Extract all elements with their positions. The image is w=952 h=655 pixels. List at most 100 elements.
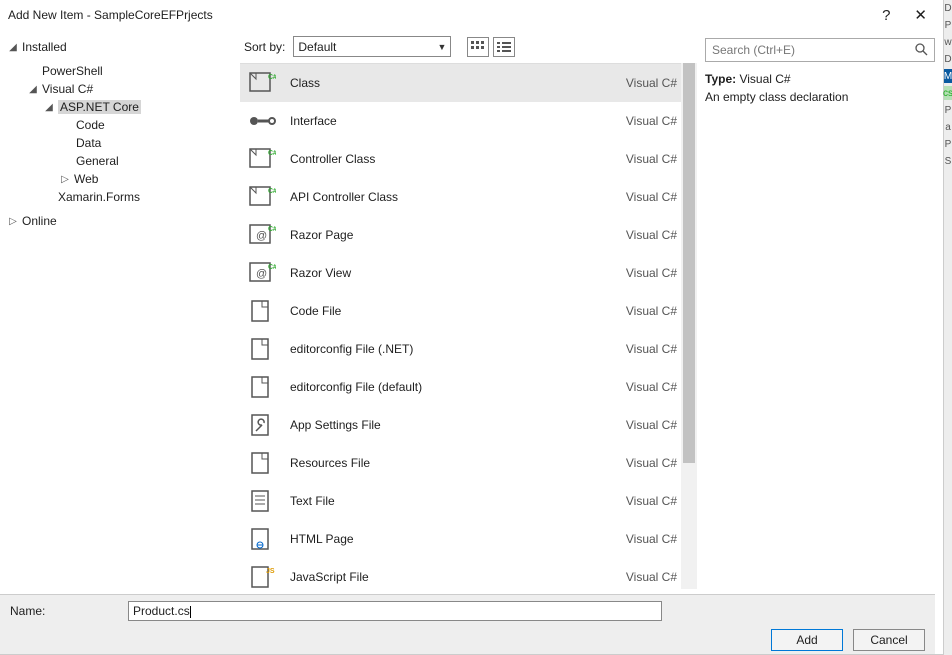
template-name: JavaScript File: [290, 570, 626, 584]
view-medium-icons-button[interactable]: [467, 37, 489, 57]
name-label: Name:: [10, 604, 120, 618]
template-lang: Visual C#: [626, 114, 677, 128]
template-item[interactable]: C#Controller ClassVisual C#: [240, 140, 697, 178]
tree-label: ASP.NET Core: [58, 100, 141, 114]
template-lang: Visual C#: [626, 342, 677, 356]
tree-label: Online: [22, 214, 57, 228]
tree-node-code[interactable]: Code: [0, 116, 240, 134]
template-item[interactable]: @C# Razor ViewVisual C#: [240, 254, 697, 292]
template-lang: Visual C#: [626, 570, 677, 584]
side-letter: a: [944, 120, 952, 134]
template-icon: [248, 411, 276, 439]
template-name: editorconfig File (default): [290, 380, 626, 394]
scrollbar[interactable]: [681, 63, 697, 589]
search-placeholder: Search (Ctrl+E): [712, 43, 795, 57]
tree-node-xamarin[interactable]: Xamarin.Forms: [0, 188, 240, 206]
template-description: An empty class declaration: [705, 90, 935, 104]
template-item[interactable]: @C#Razor PageVisual C#: [240, 216, 697, 254]
template-name: Controller Class: [290, 152, 626, 166]
side-letter: P: [944, 103, 952, 117]
tree-label: Data: [76, 136, 101, 150]
template-icon: [248, 107, 276, 135]
tree-label: Web: [74, 172, 98, 186]
template-icon: C#: [248, 183, 276, 211]
template-item[interactable]: InterfaceVisual C#: [240, 102, 697, 140]
tree-node-aspnetcore[interactable]: ◢ ASP.NET Core: [0, 98, 240, 116]
template-item[interactable]: JSJavaScript FileVisual C#: [240, 558, 697, 590]
add-button[interactable]: Add: [771, 629, 843, 651]
cancel-button[interactable]: Cancel: [853, 629, 925, 651]
sortby-value: Default: [298, 40, 336, 54]
chevron-down-icon: ◢: [28, 84, 38, 95]
template-item[interactable]: C#ClassVisual C#: [240, 64, 697, 102]
sortby-label: Sort by:: [244, 40, 285, 54]
svg-text:@: @: [256, 268, 267, 280]
template-name: editorconfig File (.NET): [290, 342, 626, 356]
template-icon: [248, 525, 276, 553]
scrollbar-thumb[interactable]: [683, 63, 695, 463]
template-item[interactable]: Code FileVisual C#: [240, 292, 697, 330]
titlebar: Add New Item - SampleCoreEFPrjects ? ✕: [0, 0, 943, 30]
tree-node-powershell[interactable]: PowerShell: [0, 62, 240, 80]
template-lang: Visual C#: [626, 304, 677, 318]
search-input[interactable]: Search (Ctrl+E): [705, 38, 935, 62]
tree-node-general[interactable]: General: [0, 152, 240, 170]
template-name: Text File: [290, 494, 626, 508]
bottom-panel: Name: Product.cs Add Cancel: [0, 594, 935, 654]
template-lang: Visual C#: [626, 418, 677, 432]
help-button[interactable]: ?: [882, 7, 890, 24]
type-label: Type:: [705, 72, 736, 86]
template-name: API Controller Class: [290, 190, 626, 204]
template-name: HTML Page: [290, 532, 626, 546]
side-letter: P: [944, 18, 952, 32]
template-icon: [248, 487, 276, 515]
chevron-right-icon: ▷: [8, 216, 18, 227]
template-icon: @C#: [248, 259, 276, 287]
template-name: Resources File: [290, 456, 626, 470]
grid-icon: [471, 41, 485, 53]
svg-text:C#: C#: [268, 150, 276, 157]
template-name: Razor Page: [290, 228, 626, 242]
template-item[interactable]: editorconfig File (.NET)Visual C#: [240, 330, 697, 368]
svg-text:C#: C#: [268, 264, 276, 271]
template-item[interactable]: C#API Controller ClassVisual C#: [240, 178, 697, 216]
template-lang: Visual C#: [626, 494, 677, 508]
template-lang: Visual C#: [626, 228, 677, 242]
tree-node-data[interactable]: Data: [0, 134, 240, 152]
template-icon: [248, 335, 276, 363]
name-input[interactable]: Product.cs: [128, 601, 662, 621]
name-value: Product.cs: [133, 604, 190, 618]
tree-label: Installed: [22, 40, 67, 54]
tree-label: Code: [76, 118, 105, 132]
template-lang: Visual C#: [626, 76, 677, 90]
chevron-down-icon: ▼: [437, 42, 446, 52]
template-item[interactable]: HTML PageVisual C#: [240, 520, 697, 558]
tree-header-online[interactable]: ▷ Online: [0, 212, 240, 230]
tree-node-visualcs[interactable]: ◢ Visual C#: [0, 80, 240, 98]
side-letter: M: [944, 69, 952, 83]
template-item[interactable]: editorconfig File (default)Visual C#: [240, 368, 697, 406]
window-title: Add New Item - SampleCoreEFPrjects: [8, 8, 882, 22]
chevron-right-icon: ▷: [60, 174, 70, 185]
template-item[interactable]: App Settings FileVisual C#: [240, 406, 697, 444]
template-icon: C#: [248, 69, 276, 97]
template-name: Interface: [290, 114, 626, 128]
tree-header-installed[interactable]: ◢ Installed: [0, 38, 240, 56]
side-letters: DPwDMcsPaPS: [944, 0, 952, 655]
template-icon: [248, 373, 276, 401]
toolbar: Sort by: Default ▼: [240, 30, 697, 63]
template-list[interactable]: C#ClassVisual C#InterfaceVisual C#C#Cont…: [240, 63, 697, 590]
tree-label: Visual C#: [42, 82, 93, 96]
description-panel: Search (Ctrl+E) Type: Visual C# An empty…: [697, 30, 943, 590]
sortby-select[interactable]: Default ▼: [293, 36, 451, 57]
template-lang: Visual C#: [626, 456, 677, 470]
template-lang: Visual C#: [626, 266, 677, 280]
template-icon: [248, 297, 276, 325]
close-button[interactable]: ✕: [914, 6, 927, 24]
tree-node-web[interactable]: ▷ Web: [0, 170, 240, 188]
template-item[interactable]: Resources FileVisual C#: [240, 444, 697, 482]
template-type: Type: Visual C#: [705, 72, 935, 86]
template-item[interactable]: Text FileVisual C#: [240, 482, 697, 520]
view-small-icons-button[interactable]: [493, 37, 515, 57]
template-name: Razor View: [290, 266, 626, 280]
